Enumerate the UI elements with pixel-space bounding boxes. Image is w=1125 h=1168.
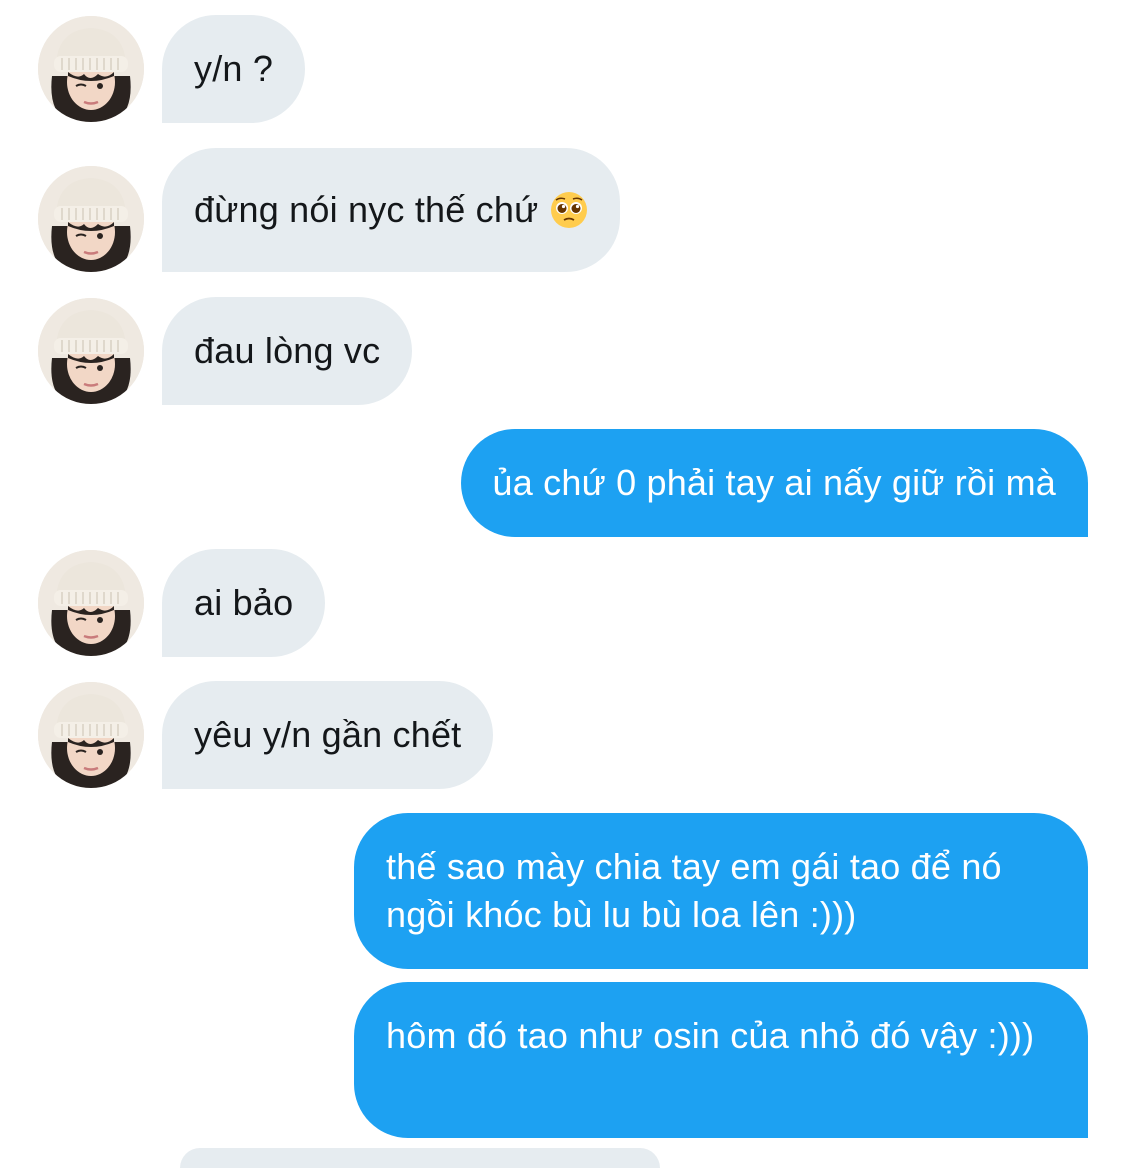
sender-avatar[interactable]	[38, 166, 144, 272]
avatar-image	[38, 550, 144, 656]
message-text: hôm đó tao như osin của nhỏ đó vậy :)))	[386, 1015, 1035, 1056]
outgoing-message[interactable]: ủa chứ 0 phải tay ai nấy giữ rồi mà	[460, 429, 1088, 537]
avatar-image	[38, 166, 144, 272]
message-text: ai bảo	[194, 582, 294, 623]
avatar-image	[38, 16, 144, 122]
message-text: thế sao mày chia tay em gái tao để nó ng…	[386, 846, 1002, 935]
incoming-message[interactable]: đừng nói nyc thế chứ	[162, 148, 621, 272]
sender-avatar[interactable]	[38, 298, 144, 404]
sender-avatar[interactable]	[38, 16, 144, 122]
incoming-message-partial[interactable]	[180, 1148, 660, 1168]
sender-avatar[interactable]	[38, 682, 144, 788]
pleading-face-emoji-icon	[550, 191, 588, 229]
message-text: y/n ?	[194, 48, 274, 89]
message-text: ủa chứ 0 phải tay ai nấy giữ rồi mà	[492, 462, 1056, 503]
incoming-message[interactable]: yêu y/n gần chết	[162, 681, 494, 789]
outgoing-message[interactable]: hôm đó tao như osin của nhỏ đó vậy :)))	[354, 982, 1088, 1138]
outgoing-message[interactable]: thế sao mày chia tay em gái tao để nó ng…	[354, 813, 1088, 969]
avatar-image	[38, 682, 144, 788]
incoming-message[interactable]: y/n ?	[162, 15, 306, 123]
sender-avatar[interactable]	[38, 550, 144, 656]
incoming-message[interactable]: đau lòng vc	[162, 297, 413, 405]
message-text: đau lòng vc	[194, 330, 381, 371]
message-text: đừng nói nyc thế chứ	[194, 189, 539, 230]
incoming-message[interactable]: ai bảo	[162, 549, 326, 657]
avatar-image	[38, 298, 144, 404]
message-text: yêu y/n gần chết	[194, 714, 462, 755]
